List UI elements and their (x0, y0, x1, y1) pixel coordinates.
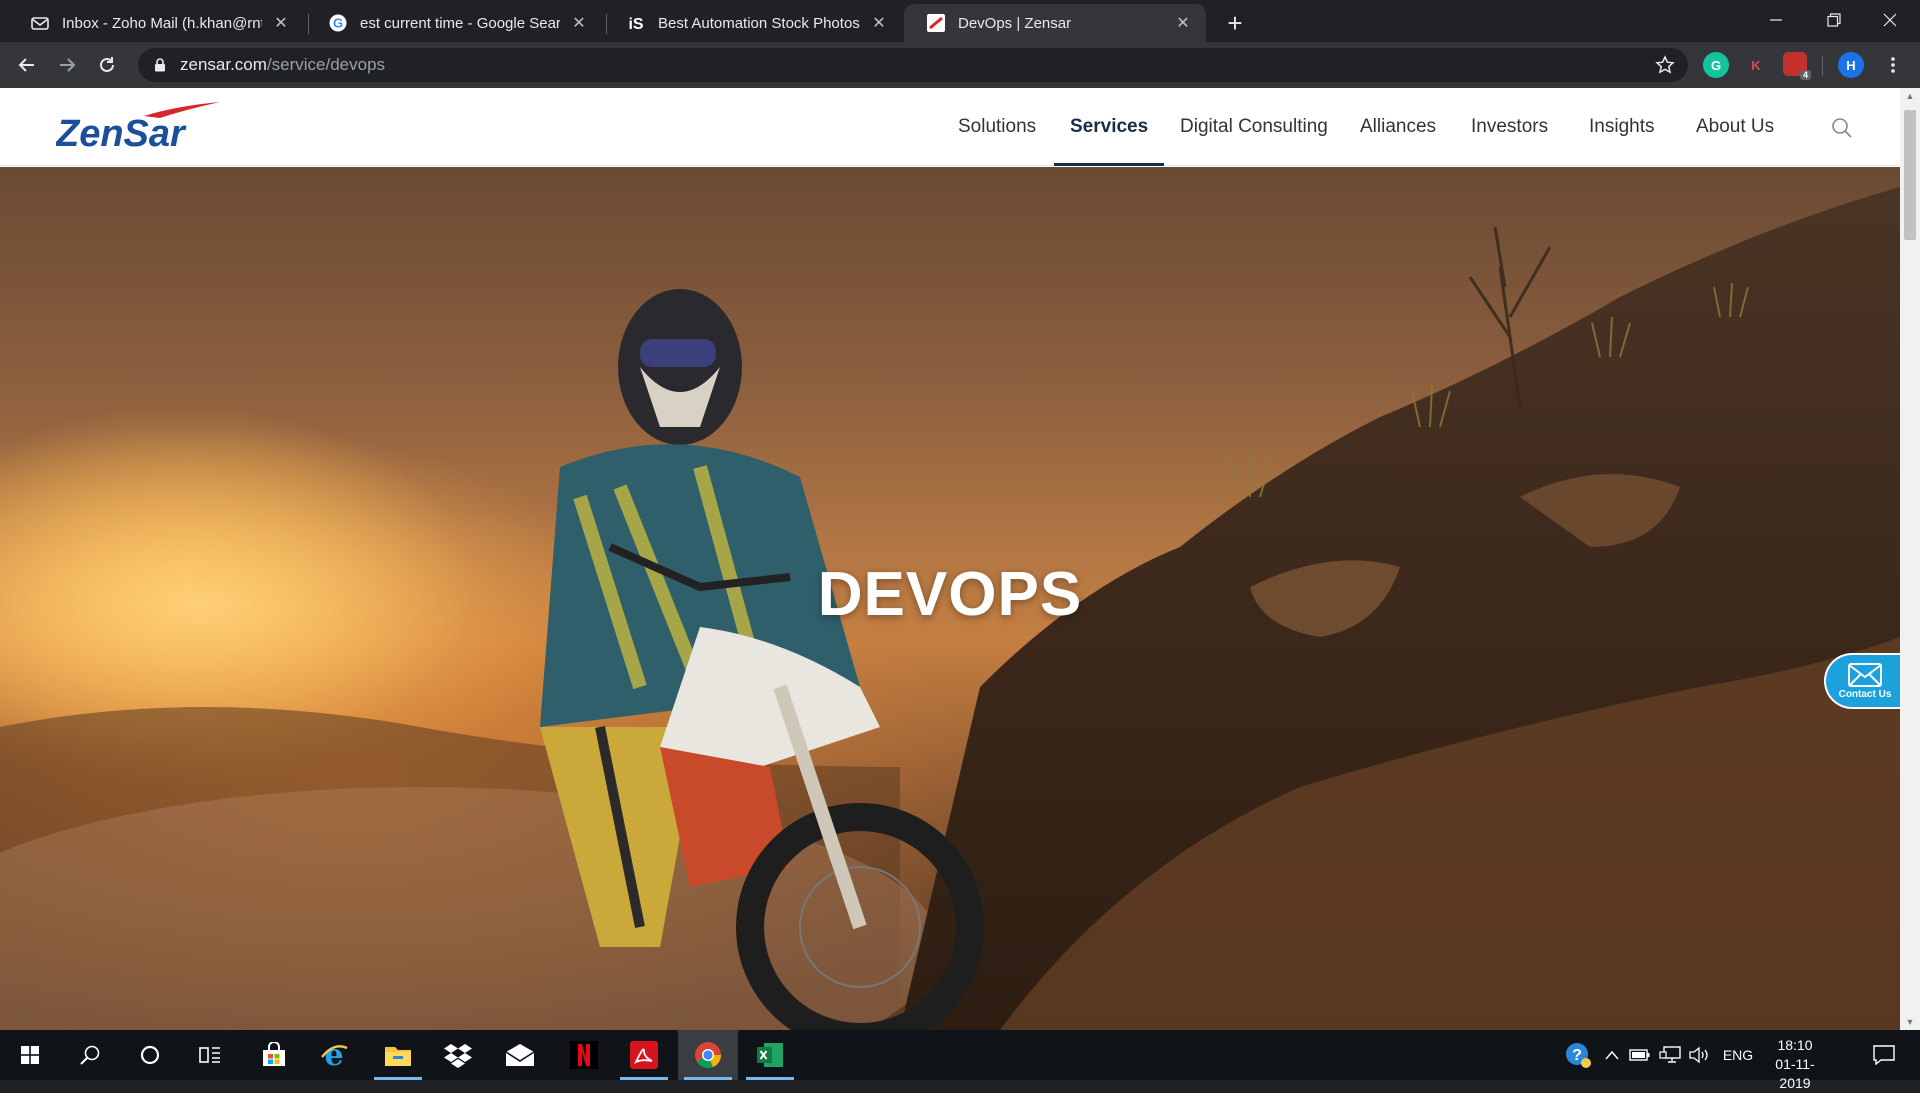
close-tab-icon[interactable]: ✕ (1174, 14, 1192, 32)
adobe-acrobat-icon[interactable] (614, 1030, 674, 1080)
nav-insights[interactable]: Insights (1589, 88, 1654, 166)
close-window-icon[interactable] (1862, 0, 1918, 40)
hero-title: DEVOPS (817, 560, 1083, 629)
profile-avatar[interactable]: H (1838, 52, 1864, 78)
scroll-up-arrow-icon[interactable]: ▲ (1904, 90, 1916, 102)
chrome-icon[interactable] (678, 1030, 738, 1080)
tab-google-search[interactable]: G est current time - Google Search ✕ (306, 4, 602, 42)
url-host: zensar.com (180, 55, 267, 74)
adblock-badge: 4 (1799, 70, 1811, 80)
lock-icon[interactable] (152, 57, 168, 73)
minimize-icon[interactable] (1748, 0, 1804, 40)
network-icon[interactable] (1656, 1030, 1684, 1080)
svg-text:?: ? (1572, 1047, 1582, 1064)
close-tab-icon[interactable]: ✕ (570, 14, 588, 32)
more-menu-icon[interactable] (1878, 50, 1908, 80)
new-tab-button[interactable]: + (1220, 8, 1250, 38)
tab-title: Best Automation Stock Photos, Pictures (658, 14, 860, 32)
nav-services[interactable]: Services (1053, 88, 1165, 166)
forward-arrow-icon[interactable] (52, 50, 82, 80)
volume-icon[interactable] (1686, 1030, 1714, 1080)
zensar-icon (926, 13, 946, 33)
language-indicator[interactable]: ENG (1718, 1030, 1758, 1080)
microsoft-store-icon[interactable] (244, 1030, 304, 1080)
nav-about-us[interactable]: About Us (1696, 88, 1774, 166)
web-page: ZenSar Solutions Services Digital Consul… (0, 88, 1920, 1030)
url-path: /service/devops (266, 55, 386, 74)
zoho-mail-icon (30, 13, 50, 33)
back-arrow-icon[interactable] (12, 50, 42, 80)
netflix-icon[interactable] (554, 1030, 614, 1080)
system-clock[interactable]: 18:10 01-11-2019 (1760, 1036, 1830, 1093)
svg-text:G: G (333, 16, 343, 31)
bookmark-star-icon[interactable] (1650, 50, 1680, 80)
contact-us-button[interactable]: Contact Us (1824, 653, 1904, 709)
envelope-icon (1848, 662, 1882, 687)
nav-alliances[interactable]: Alliances (1360, 88, 1436, 166)
site-header: ZenSar Solutions Services Digital Consul… (0, 88, 1900, 166)
nav-solutions[interactable]: Solutions (958, 88, 1036, 166)
browser-toolbar: zensar.com/service/devops G K 4 H (0, 42, 1920, 88)
search-icon[interactable] (1830, 116, 1854, 140)
help-icon[interactable]: ? (1560, 1030, 1596, 1080)
tab-title: Inbox - Zoho Mail (h.khan@rnt.ai) (62, 14, 262, 32)
windows-taskbar: e ? ENG 18:10 01-11-2019 (0, 1030, 1920, 1091)
kaspersky-extension-icon[interactable]: K (1743, 52, 1769, 78)
contact-us-label: Contact Us (1838, 688, 1892, 700)
address-bar[interactable]: zensar.com/service/devops (138, 48, 1688, 82)
page-scrollbar[interactable]: ▲ ▼ (1900, 88, 1920, 1030)
nav-digital-consulting[interactable]: Digital Consulting (1180, 88, 1328, 166)
url-text: zensar.com/service/devops (180, 55, 385, 75)
istock-icon: iS (626, 13, 646, 33)
tab-devops-zensar[interactable]: DevOps | Zensar ✕ (904, 4, 1206, 42)
search-icon[interactable] (60, 1030, 120, 1080)
chevron-up-icon[interactable] (1600, 1030, 1624, 1080)
dropbox-icon[interactable] (428, 1030, 488, 1080)
nav-investors[interactable]: Investors (1471, 88, 1548, 166)
notification-center-icon[interactable] (1864, 1030, 1904, 1080)
tab-istock[interactable]: iS Best Automation Stock Photos, Picture… (604, 4, 902, 42)
scroll-down-arrow-icon[interactable]: ▼ (1904, 1016, 1916, 1028)
svg-text:e: e (324, 1040, 343, 1070)
grammarly-extension-icon[interactable]: G (1703, 52, 1729, 78)
scroll-thumb[interactable] (1904, 110, 1916, 240)
windows-start-icon[interactable] (0, 1030, 60, 1080)
logo-text: ZenSar (56, 113, 187, 154)
close-tab-icon[interactable]: ✕ (870, 14, 888, 32)
clock-date: 01-11-2019 (1775, 1056, 1815, 1091)
toolbar-divider (1822, 56, 1823, 76)
zensar-logo[interactable]: ZenSar (55, 102, 226, 155)
svg-text:iS: iS (628, 16, 643, 33)
battery-icon[interactable] (1626, 1030, 1654, 1080)
task-view-icon[interactable] (180, 1030, 240, 1080)
browser-tab-strip: Inbox - Zoho Mail (h.khan@rnt.ai) ✕ G es… (0, 0, 1920, 42)
cortana-icon[interactable] (120, 1030, 180, 1080)
restore-icon[interactable] (1806, 0, 1862, 40)
internet-explorer-icon[interactable]: e (304, 1030, 364, 1080)
file-explorer-icon[interactable] (368, 1030, 428, 1080)
mail-icon[interactable] (490, 1030, 550, 1080)
tab-title: DevOps | Zensar (958, 14, 1072, 32)
adblock-extension-icon[interactable]: 4 (1783, 52, 1811, 80)
tab-zoho-mail[interactable]: Inbox - Zoho Mail (h.khan@rnt.ai) ✕ (8, 4, 304, 42)
reload-icon[interactable] (92, 50, 122, 80)
clock-time: 18:10 (1777, 1037, 1813, 1053)
google-icon: G (328, 13, 348, 33)
hero-banner: DEVOPS (0, 167, 1900, 1030)
excel-icon[interactable] (740, 1030, 800, 1080)
tab-title: est current time - Google Search (360, 14, 560, 32)
close-tab-icon[interactable]: ✕ (272, 14, 290, 32)
